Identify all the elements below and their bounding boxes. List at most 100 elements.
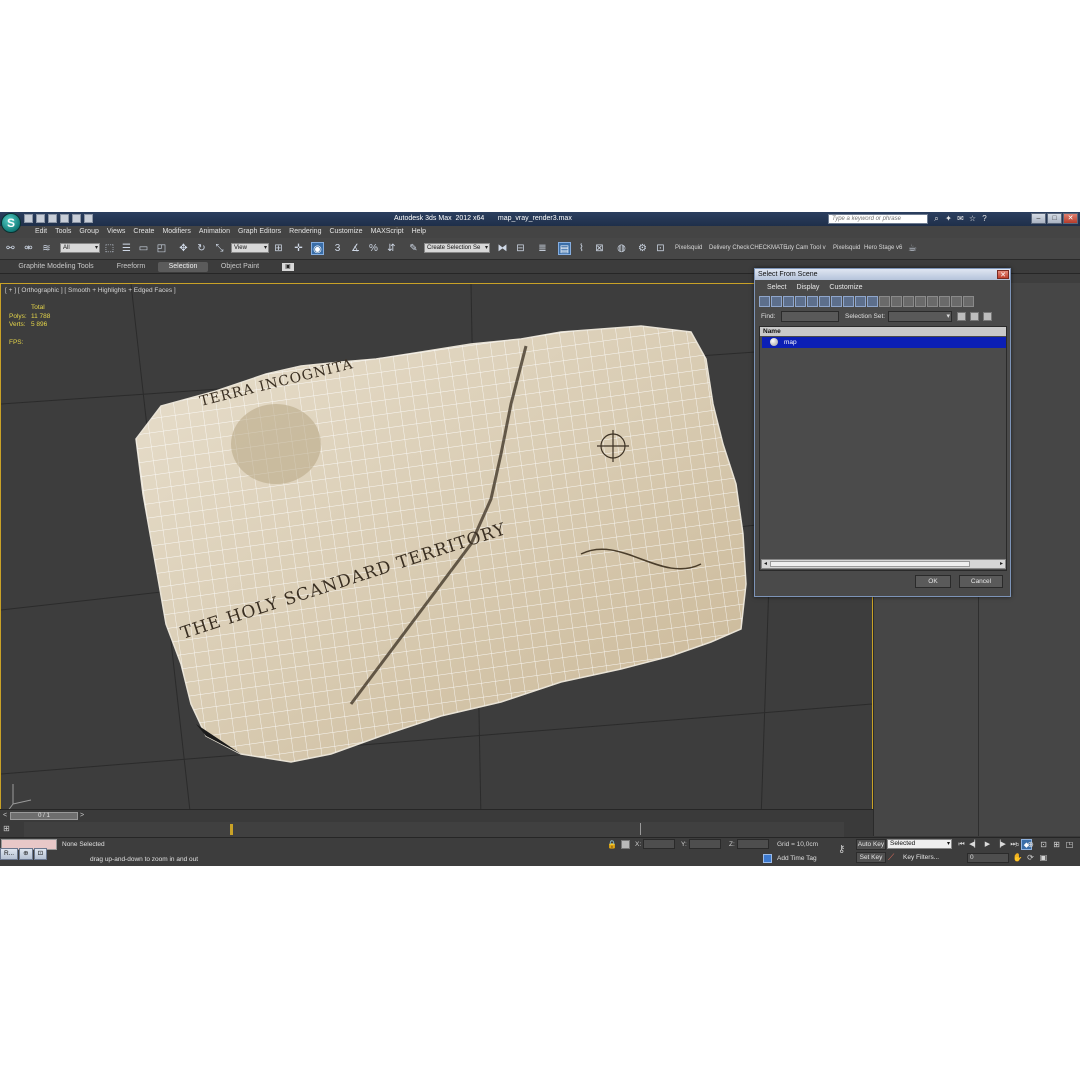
time-slider-thumb[interactable]: 0 / 1: [10, 812, 78, 820]
menu-graph-editors[interactable]: Graph Editors: [234, 226, 285, 238]
y-coord-input[interactable]: [689, 839, 721, 849]
menu-customize[interactable]: Customize: [325, 226, 366, 238]
selection-lock-icon[interactable]: 🔒: [607, 840, 617, 849]
tab-graphite-modeling-tools[interactable]: Graphite Modeling Tools: [12, 262, 100, 272]
selection-set-manage-icon[interactable]: [983, 312, 992, 321]
viewport-label-menu[interactable]: [ + ] [ Orthographic ] [ Smooth + Highli…: [5, 287, 176, 294]
select-manipulate-icon[interactable]: ✛: [292, 242, 305, 255]
filter-options-icon[interactable]: [963, 296, 974, 307]
align-icon[interactable]: ⊟: [514, 242, 527, 255]
display-spacewarps-icon[interactable]: [819, 296, 830, 307]
display-bones-icon[interactable]: [855, 296, 866, 307]
z-coord-input[interactable]: [737, 839, 769, 849]
rotate-icon[interactable]: ↻: [195, 242, 208, 255]
scene-object-list[interactable]: Name map ◂ ▸: [759, 326, 1007, 571]
material-editor-icon[interactable]: ◍: [615, 242, 628, 255]
scale-icon[interactable]: ⤡: [213, 242, 226, 255]
default-in-out-tangent-icon[interactable]: ⟋: [888, 852, 894, 863]
maximize-icon[interactable]: □: [1047, 213, 1062, 224]
set-key-button[interactable]: Set Key: [856, 852, 886, 863]
taskbar-add-button[interactable]: ⊕: [19, 848, 33, 860]
display-frozen-icon[interactable]: [879, 296, 890, 307]
display-cameras-icon[interactable]: [795, 296, 806, 307]
track-bar-toggle-icon[interactable]: ⊞: [3, 824, 19, 835]
plugin-delivery-check-button[interactable]: Delivery Check: [709, 245, 749, 251]
menu-edit[interactable]: Edit: [31, 226, 51, 238]
menu-maxscript[interactable]: MAXScript: [367, 226, 408, 238]
save-file-icon[interactable]: [48, 214, 57, 223]
minimize-icon[interactable]: –: [1031, 213, 1046, 224]
list-item-map[interactable]: map: [762, 337, 1006, 348]
search-input[interactable]: Type a keyword or phrase: [828, 214, 928, 224]
previous-frame-icon[interactable]: ◀▏: [969, 839, 980, 850]
menu-group[interactable]: Group: [75, 226, 102, 238]
display-shapes-icon[interactable]: [771, 296, 782, 307]
current-frame-input[interactable]: 0: [967, 853, 1009, 863]
scroll-left-icon[interactable]: ◂: [762, 560, 769, 568]
menu-views[interactable]: Views: [103, 226, 130, 238]
select-by-name-icon[interactable]: ☰: [120, 242, 133, 255]
taskbar-window-button[interactable]: ⊡: [33, 848, 48, 860]
mirror-icon[interactable]: ⧓: [496, 242, 509, 255]
ribbon-options-button[interactable]: ▣: [282, 263, 294, 271]
viewport-scene[interactable]: TERRA INCOGNITA THE HOLY SCANDARD TERRIT…: [1, 284, 872, 820]
plugin-pixelsquid-button[interactable]: Pixelsquid: [675, 245, 702, 251]
render-frame-icon[interactable]: ⊡: [654, 242, 667, 255]
plugin-pixelsquid-2-button[interactable]: Pixelsquid: [833, 245, 860, 251]
rect-selection-icon[interactable]: ▭: [137, 242, 150, 255]
menu-create[interactable]: Create: [129, 226, 158, 238]
snaps-toggle-icon[interactable]: 3: [331, 242, 344, 255]
cancel-button[interactable]: Cancel: [959, 575, 1003, 588]
zoom-extents-all-icon[interactable]: ⊞: [1051, 839, 1062, 850]
named-selection-dropdown[interactable]: Create Selection Se: [424, 243, 490, 253]
menu-modifiers[interactable]: Modifiers: [158, 226, 194, 238]
display-helpers-icon[interactable]: [807, 296, 818, 307]
close-window-icon[interactable]: ✕: [1063, 213, 1078, 224]
tab-freeform[interactable]: Freeform: [108, 262, 154, 272]
keyframe-marker[interactable]: [230, 824, 233, 835]
binoculars-icon[interactable]: ⌕: [932, 214, 941, 223]
track-bar[interactable]: [24, 822, 844, 837]
orbit-icon[interactable]: ⟳: [1025, 852, 1036, 863]
orthographic-viewport[interactable]: TERRA INCOGNITA THE HOLY SCANDARD TERRIT…: [0, 283, 873, 821]
display-containers-icon[interactable]: [867, 296, 878, 307]
move-icon[interactable]: ✥: [177, 242, 190, 255]
tab-object-paint[interactable]: Object Paint: [214, 262, 266, 272]
curve-editor-icon[interactable]: ⌇: [575, 242, 588, 255]
x-coord-input[interactable]: [643, 839, 675, 849]
keyboard-shortcut-override-icon[interactable]: ◉: [311, 242, 324, 255]
menu-animation[interactable]: Animation: [195, 226, 234, 238]
plugin-checkmate-button[interactable]: CHECKMATE: [750, 245, 787, 251]
undo-icon[interactable]: [60, 214, 69, 223]
menu-tools[interactable]: Tools: [51, 226, 75, 238]
ok-button[interactable]: OK: [915, 575, 951, 588]
column-header-name[interactable]: Name: [760, 327, 1006, 336]
find-input[interactable]: [781, 311, 839, 322]
go-to-start-icon[interactable]: ⏮: [956, 839, 967, 850]
pivot-center-icon[interactable]: ⊞: [272, 242, 285, 255]
selection-set-edit-icon[interactable]: [957, 312, 966, 321]
layer-manager-icon[interactable]: ≣: [536, 242, 549, 255]
display-groups-icon[interactable]: [831, 296, 842, 307]
plugin-hero-stage-button[interactable]: Hero Stage v6: [864, 245, 902, 251]
selection-set-dropdown[interactable]: [888, 311, 952, 322]
time-slider[interactable]: < 0 / 1 >: [0, 809, 873, 822]
display-xrefs-icon[interactable]: [843, 296, 854, 307]
render-setup-icon[interactable]: ⚙: [636, 242, 649, 255]
unlink-icon[interactable]: ⚮: [22, 242, 35, 255]
zoom-icon[interactable]: ⌕: [1012, 839, 1023, 850]
display-invert-icon[interactable]: [927, 296, 938, 307]
absolute-mode-icon[interactable]: [621, 840, 630, 849]
key-mode-dropdown[interactable]: Selected: [887, 839, 952, 849]
dialog-menu-select[interactable]: Select: [763, 281, 792, 294]
bind-spacewarp-icon[interactable]: ≋: [40, 242, 53, 255]
new-file-icon[interactable]: [24, 214, 33, 223]
scroll-right-icon[interactable]: ▸: [998, 560, 1005, 568]
angle-snap-icon[interactable]: ∡: [349, 242, 362, 255]
set-keys-key-icon[interactable]: ⚷: [838, 844, 845, 855]
selection-set-save-icon[interactable]: [970, 312, 979, 321]
next-frame-icon[interactable]: ▕▶: [995, 839, 1006, 850]
horizontal-scrollbar[interactable]: ◂ ▸: [761, 559, 1006, 569]
window-crossing-icon[interactable]: ◰: [155, 242, 168, 255]
selection-filter-dropdown[interactable]: All: [60, 243, 100, 253]
